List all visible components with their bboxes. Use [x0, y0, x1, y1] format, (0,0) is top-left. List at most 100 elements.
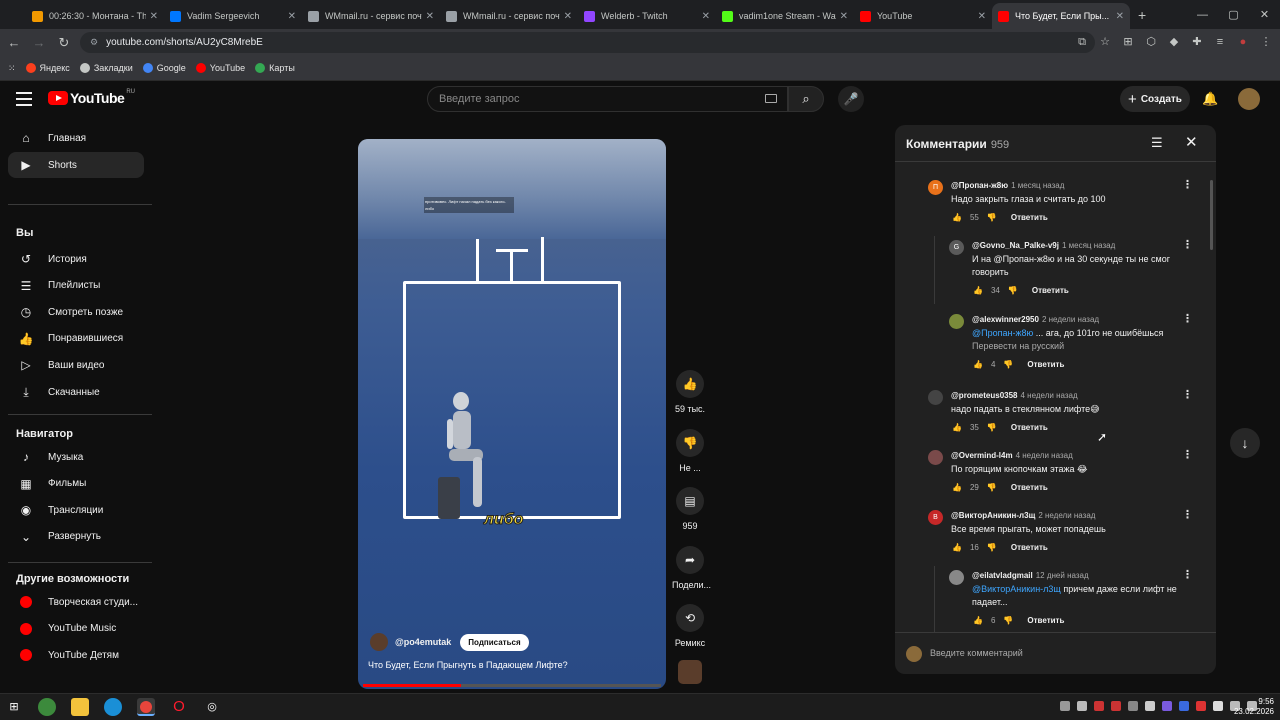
apps-icon[interactable]: ⁙ [8, 63, 16, 74]
comment-author[interactable]: @prometeus0358 4 недели назад [951, 391, 1078, 400]
bookmark-item[interactable]: Яндекс [25, 63, 70, 73]
search-button[interactable]: ⌕ [788, 86, 824, 112]
thumb-up-icon[interactable]: 👍 [973, 360, 983, 369]
reply-button[interactable]: Ответить [1011, 543, 1048, 552]
close-tab-icon[interactable]: ✕ [702, 11, 710, 22]
video-title[interactable]: Что Будет, Если Прыгнуть в Падающем Лифт… [368, 660, 568, 670]
sidebar-item-music[interactable]: ♪ Музыка [8, 444, 144, 470]
sidebar-item-chevron-down[interactable]: ⌄ Развернуть [8, 524, 144, 550]
reply-button[interactable]: Ответить [1011, 213, 1048, 222]
more-options-icon[interactable]: ⋮ [1182, 238, 1193, 251]
comment-avatar[interactable] [928, 450, 943, 465]
thumb-up-icon[interactable]: 👍 [952, 423, 962, 432]
close-tab-icon[interactable]: ✕ [1116, 11, 1124, 22]
close-tab-icon[interactable]: ✕ [150, 11, 158, 22]
tray-icon[interactable] [1213, 701, 1223, 711]
video-progress-bar[interactable] [363, 684, 661, 687]
sidebar-item-shorts[interactable]: ▶ Shorts [8, 152, 144, 178]
browser-tab[interactable]: WMmail.ru - сервис почт... ✕ [440, 3, 578, 29]
subscribe-button[interactable]: Подписаться [460, 633, 529, 651]
close-window-icon[interactable]: ✕ [1249, 8, 1280, 21]
comment-mention[interactable]: @Пропан-ж8ю [972, 328, 1033, 338]
thumb-down-icon[interactable]: 👎 [1008, 286, 1018, 295]
remix-button[interactable]: ⟲ Ремикс [672, 604, 708, 648]
comment-avatar[interactable]: В [928, 510, 943, 525]
channel-avatar[interactable] [370, 633, 388, 651]
comment-avatar[interactable] [928, 390, 943, 405]
url-field[interactable]: ⚙ youtube.com/shorts/AU2yC8MrebE [80, 32, 1095, 53]
keyboard-icon[interactable] [765, 94, 777, 103]
thumb-down-icon[interactable]: 👎 [987, 213, 997, 222]
browser-tab[interactable]: Vadim Sergeevich ✕ [164, 3, 302, 29]
dislike-button[interactable]: 👎 Не ... [672, 428, 708, 473]
sidebar-item-download[interactable]: ⤓ Скачанные [8, 379, 144, 405]
more-options-icon[interactable]: ⋮ [1182, 388, 1193, 401]
translate-link[interactable]: Перевести на русский [972, 340, 1192, 353]
close-tab-icon[interactable]: ✕ [426, 11, 434, 22]
sidebar-item-history[interactable]: ↺ История [8, 246, 144, 272]
short-video-player[interactable]: противовес. Лифт начал падать без какого… [358, 139, 666, 689]
back-icon[interactable]: ← [3, 35, 25, 50]
browser-tab[interactable]: Что Будет, Если Пры... ✕ [992, 3, 1130, 29]
tray-icon[interactable] [1179, 701, 1189, 711]
create-button[interactable]: + Создать [1120, 86, 1190, 112]
sidebar-item-film[interactable]: ▦ Фильмы [8, 471, 144, 497]
thumb-down-icon[interactable]: 👎 [987, 543, 997, 552]
sidebar-item-studio[interactable]: Творческая студи... [8, 589, 144, 615]
tray-icon[interactable] [1196, 701, 1206, 711]
comment-author[interactable]: @Overmind-l4m 4 недели назад [951, 451, 1073, 460]
comment-mention[interactable]: @ВикторАникин-л3щ [972, 584, 1061, 594]
browser-tab[interactable]: vadim1one Stream - Watc... ✕ [716, 3, 854, 29]
comment-author[interactable]: @eilatvladgmail 12 дней назад [972, 571, 1089, 580]
comment-input[interactable]: Введите комментарий [895, 632, 1216, 674]
kebab-menu-icon[interactable]: ⋮ [1258, 34, 1274, 50]
bookmark-star-icon[interactable]: ☆ [1097, 34, 1113, 50]
sidebar-item-yt-kids[interactable]: YouTube Детям [8, 642, 144, 668]
forward-icon[interactable]: → [28, 35, 50, 50]
close-tab-icon[interactable]: ✕ [978, 11, 986, 22]
sidebar-you-heading[interactable]: Вы [16, 227, 33, 239]
browser-tab[interactable]: Welderb - Twitch ✕ [578, 3, 716, 29]
tray-icon[interactable] [1145, 701, 1155, 711]
reload-icon[interactable]: ↻ [53, 35, 75, 51]
scrollbar[interactable] [1210, 180, 1213, 250]
thumb-down-icon[interactable]: 👎 [987, 423, 997, 432]
reply-button[interactable]: Ответить [1011, 483, 1048, 492]
share-button[interactable]: ➦ Подели... [672, 545, 711, 590]
youtube-logo[interactable]: YouTube RU [48, 89, 135, 106]
extension-icon[interactable]: ⬡ [1143, 34, 1159, 50]
reply-button[interactable]: Ответить [1027, 360, 1064, 369]
sidebar-item-live[interactable]: ◉ Трансляции [8, 497, 144, 523]
comment-author[interactable]: @alexwinner2950 2 недели назад [972, 315, 1099, 324]
more-options-icon[interactable]: ⋮ [1182, 312, 1193, 325]
close-tab-icon[interactable]: ✕ [288, 11, 296, 22]
close-tab-icon[interactable]: ✕ [840, 11, 848, 22]
sidebar-item-yt-music[interactable]: YouTube Music [8, 616, 144, 642]
close-tab-icon[interactable]: ✕ [564, 11, 572, 22]
thumb-up-icon[interactable]: 👍 [952, 543, 962, 552]
opera-icon[interactable]: O [170, 698, 188, 716]
cast-icon[interactable]: ⧉ [1074, 34, 1090, 50]
browser-tab[interactable]: WMmail.ru - сервис почт... ✕ [302, 3, 440, 29]
thumb-up-icon[interactable]: 👍 [952, 483, 962, 492]
more-options-icon[interactable]: ⋮ [1182, 508, 1193, 521]
comment-avatar[interactable]: G [949, 240, 964, 255]
clock[interactable]: 9:56 23.02.2026 [1232, 697, 1274, 717]
more-options-icon[interactable]: ⋮ [1182, 448, 1193, 461]
channel-name[interactable]: @po4emutak [395, 637, 451, 647]
tray-icon[interactable] [1111, 701, 1121, 711]
sidebar-item-home[interactable]: ⌂ Главная [8, 125, 144, 151]
thumb-down-icon[interactable]: 👎 [1003, 616, 1013, 625]
sidebar-item-watch-later[interactable]: ◷ Смотреть позже [8, 299, 144, 325]
comment-author[interactable]: @ВикторАникин-л3щ 2 недели назад [951, 511, 1095, 520]
site-info-icon[interactable]: ⚙ [90, 37, 98, 48]
profile-icon[interactable]: ● [1235, 34, 1251, 50]
comment-avatar[interactable]: П [928, 180, 943, 195]
tray-icon[interactable] [1128, 701, 1138, 711]
browser-tab[interactable]: YouTube ✕ [854, 3, 992, 29]
thumb-down-icon[interactable]: 👎 [1003, 360, 1013, 369]
tray-icon[interactable] [1060, 701, 1070, 711]
like-button[interactable]: 👍 59 тыс. [672, 370, 708, 414]
more-options-icon[interactable]: ⋮ [1182, 178, 1193, 191]
bookmark-item[interactable]: Закладки [79, 63, 133, 73]
